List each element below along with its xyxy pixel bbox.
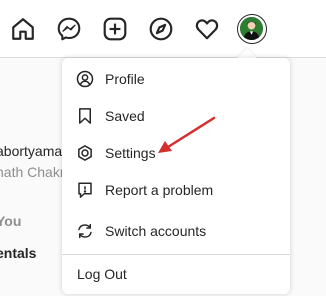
logout-button[interactable]: Log Out [62,255,290,293]
logout-label: Log Out [77,266,127,282]
top-navigation-bar [0,0,326,58]
menu-item-label: Settings [105,145,156,161]
messenger-icon[interactable] [56,16,82,42]
switch-accounts-icon [76,222,94,240]
report-problem-icon [76,181,94,199]
explore-icon[interactable] [148,16,174,42]
background-full-name: nath Chakr [0,164,65,180]
menu-item-label: Report a problem [105,182,214,198]
menu-item-profile[interactable]: Profile [62,61,290,97]
profile-avatar[interactable] [237,14,267,44]
bookmark-icon [76,107,94,125]
background-username: abortyama [0,143,63,159]
background-suggestion-name: entals [0,245,37,261]
background-section-heading: You [0,213,22,229]
menu-item-label: Switch accounts [105,223,207,239]
menu-item-label: Saved [105,108,145,124]
profile-icon [76,70,94,88]
activity-heart-icon[interactable] [194,16,220,42]
menu-item-saved[interactable]: Saved [62,98,290,134]
menu-item-label: Profile [105,71,145,87]
home-icon[interactable] [10,16,36,42]
menu-item-switch-accounts[interactable]: Switch accounts [62,213,290,249]
profile-dropdown-menu: Profile Saved Settings Report a problem [62,58,290,294]
new-post-icon[interactable] [102,16,128,42]
menu-item-report-problem[interactable]: Report a problem [62,172,290,208]
settings-gear-icon [76,144,94,162]
menu-item-settings[interactable]: Settings [62,135,290,171]
avatar-photo [240,17,263,40]
